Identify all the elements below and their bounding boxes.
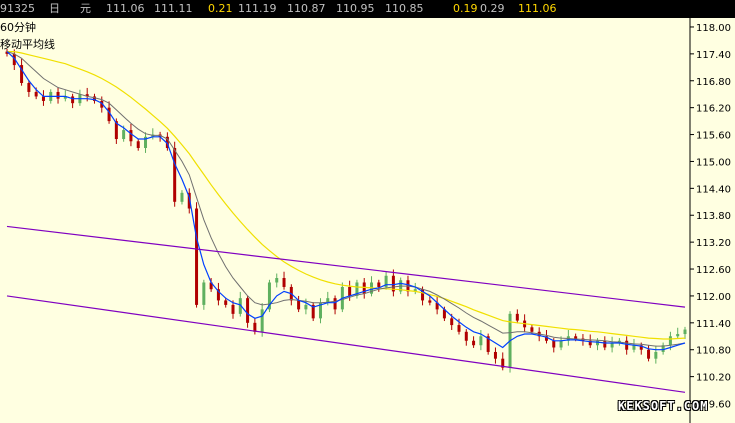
candle-body — [136, 141, 140, 148]
candle-body — [676, 334, 680, 337]
candle-body — [530, 327, 534, 332]
candle-body — [34, 91, 38, 97]
candle-body — [464, 331, 468, 341]
y-tick-label: 114.40 — [696, 184, 731, 195]
candle-body — [122, 130, 126, 140]
candle-body — [180, 192, 184, 202]
candle-body — [552, 340, 556, 348]
candle-body — [457, 325, 461, 332]
candle-body — [333, 298, 337, 310]
candle-body — [603, 340, 607, 348]
plot-area — [2, 18, 690, 408]
quote-value: 110.87 — [287, 2, 326, 15]
y-tick-label: 115.00 — [696, 157, 731, 168]
currency-unit: 元 — [80, 2, 91, 15]
candle-body — [647, 349, 651, 359]
quote-value: 111.11 — [154, 2, 193, 15]
candle-body — [195, 208, 199, 305]
y-tick-label: 113.80 — [696, 211, 731, 222]
candle-body — [27, 83, 31, 92]
candle-body — [479, 336, 483, 346]
watermark-logo: KEKSOFT.COM — [618, 399, 709, 413]
y-tick-label: 110.20 — [696, 373, 731, 384]
candle-body — [231, 304, 235, 314]
y-tick-label: 110.80 — [696, 346, 731, 357]
candle-body — [654, 351, 658, 359]
candle-body — [297, 300, 301, 310]
period-unit: 日 — [49, 2, 60, 15]
candle-body — [472, 340, 476, 346]
quote-value: 111.06 — [106, 2, 145, 15]
candle-body — [348, 286, 352, 296]
quote-value: 111.19 — [238, 2, 277, 15]
timeframe-label: 60分钟 — [0, 21, 36, 34]
candle-body — [493, 351, 497, 359]
quote-value: 110.85 — [385, 2, 424, 15]
y-tick-label: 112.00 — [696, 292, 731, 303]
candle-body — [574, 336, 578, 339]
candle-body — [596, 340, 600, 346]
symbol-code: 91325 — [0, 2, 35, 15]
y-tick-label: 116.20 — [696, 104, 731, 115]
candle-body — [625, 340, 629, 350]
candle-body — [683, 329, 687, 335]
candle-body — [173, 148, 177, 202]
y-tick-label: 117.40 — [696, 50, 731, 61]
candle-body — [275, 278, 279, 283]
candle-body — [224, 300, 228, 305]
y-tick-label: 112.60 — [696, 265, 731, 276]
y-tick-label: 111.40 — [696, 319, 731, 330]
candle-body — [559, 340, 563, 348]
indicator-label: 移动平均线 — [0, 38, 55, 51]
price-chart[interactable]: 118.00 117.40 116.80 116.20 115.60 115.00 114.… — [0, 0, 735, 423]
candle-body — [202, 282, 206, 305]
y-tick-label: 118.00 — [696, 23, 731, 34]
candle-body — [282, 278, 286, 287]
y-tick-label: 113.20 — [696, 238, 731, 249]
chart-window: 118.00 117.40 116.80 116.20 115.60 115.00 114.… — [0, 0, 735, 423]
candle-body — [71, 96, 75, 104]
quote-value: 111.06 — [518, 2, 557, 15]
candle-body — [129, 130, 133, 142]
candle-body — [377, 282, 381, 287]
candle-body — [610, 343, 614, 348]
quote-value: 0.29 — [480, 2, 505, 15]
candle-body — [668, 336, 672, 346]
candle-body — [56, 91, 60, 99]
candle-body — [515, 313, 519, 321]
quote-value: 110.95 — [336, 2, 375, 15]
candle-body — [428, 300, 432, 303]
y-tick-label: 115.60 — [696, 131, 731, 142]
candle-body — [246, 298, 250, 323]
quote-value: 0.19 — [453, 2, 478, 15]
candle-body — [41, 96, 45, 101]
candle-body — [260, 309, 264, 332]
y-tick-label: 116.80 — [696, 77, 731, 88]
candle-body — [304, 304, 308, 310]
candle-body — [450, 318, 454, 326]
quote-bar: 91325 日 元 111.06 111.11 0.21 111.19 110.… — [0, 0, 735, 18]
quote-value: 0.21 — [208, 2, 233, 15]
